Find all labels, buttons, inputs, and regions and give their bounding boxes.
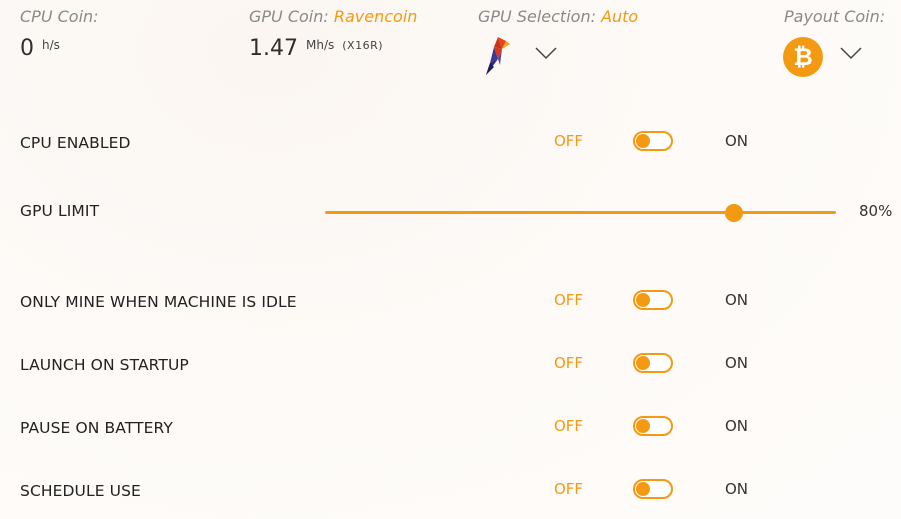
bitcoin-icon[interactable]: ₿	[783, 37, 823, 77]
gpu-coin-name: Ravencoin	[333, 7, 418, 26]
gpu-selection-label: GPU Selection: Auto	[478, 7, 638, 26]
ravencoin-logo-icon[interactable]	[484, 35, 512, 77]
idle-only-off-label: OFF	[554, 291, 584, 309]
gpu-hashrate-value: 1.47	[249, 36, 298, 61]
launch-startup-off-label: OFF	[554, 354, 584, 372]
idle-only-toggle[interactable]	[633, 290, 673, 310]
cpu-enabled-on-label: ON	[725, 132, 749, 150]
launch-startup-label: LAUNCH ON STARTUP	[20, 356, 189, 374]
pause-battery-toggle[interactable]	[633, 416, 673, 436]
gpu-limit-value: 80%	[859, 202, 893, 220]
pause-battery-label: PAUSE ON BATTERY	[20, 419, 173, 437]
toggle-knob	[636, 293, 650, 307]
gpu-selection-chevron-down-icon[interactable]	[535, 46, 557, 60]
toggle-knob	[636, 482, 650, 496]
gpu-selection-value: Auto	[601, 7, 639, 26]
cpu-enabled-label: CPU ENABLED	[20, 134, 131, 152]
pause-battery-off-label: OFF	[554, 417, 584, 435]
gpu-limit-slider[interactable]	[325, 204, 836, 222]
gpu-coin-label-text: GPU Coin:	[249, 7, 329, 26]
schedule-use-off-label: OFF	[554, 480, 584, 498]
idle-only-label: ONLY MINE WHEN MACHINE IS IDLE	[20, 293, 297, 311]
cpu-enabled-off-label: OFF	[554, 132, 584, 150]
gpu-algo-label: (X16R)	[342, 38, 384, 52]
gpu-limit-slider-track[interactable]	[325, 211, 836, 214]
toggle-knob	[636, 134, 650, 148]
payout-coin-label: Payout Coin:	[784, 7, 886, 26]
cpu-hashrate-value: 0	[20, 36, 34, 61]
gpu-limit-label: GPU LIMIT	[20, 202, 100, 220]
toggle-knob	[636, 356, 650, 370]
schedule-use-label: SCHEDULE USE	[20, 482, 141, 500]
gpu-limit-slider-thumb[interactable]	[724, 204, 743, 222]
gpu-hashrate: 1.47 Mh/s (X16R)	[249, 36, 383, 61]
launch-startup-toggle[interactable]	[633, 353, 673, 373]
gpu-selection-label-text: GPU Selection:	[478, 7, 596, 26]
payout-coin-chevron-down-icon[interactable]	[840, 46, 862, 60]
cpu-hashrate: 0 h/s	[20, 36, 60, 61]
cpu-enabled-toggle[interactable]	[633, 131, 673, 151]
schedule-use-on-label: ON	[725, 480, 749, 498]
idle-only-on-label: ON	[725, 291, 749, 309]
gpu-coin-label: GPU Coin: Ravencoin	[249, 7, 417, 26]
gpu-hashrate-unit: Mh/s	[305, 37, 335, 52]
cpu-coin-label: CPU Coin:	[20, 7, 99, 26]
launch-startup-on-label: ON	[725, 354, 749, 372]
pause-battery-on-label: ON	[725, 417, 749, 435]
schedule-use-toggle[interactable]	[633, 479, 673, 499]
toggle-knob	[636, 419, 650, 433]
cpu-hashrate-unit: h/s	[42, 37, 60, 52]
